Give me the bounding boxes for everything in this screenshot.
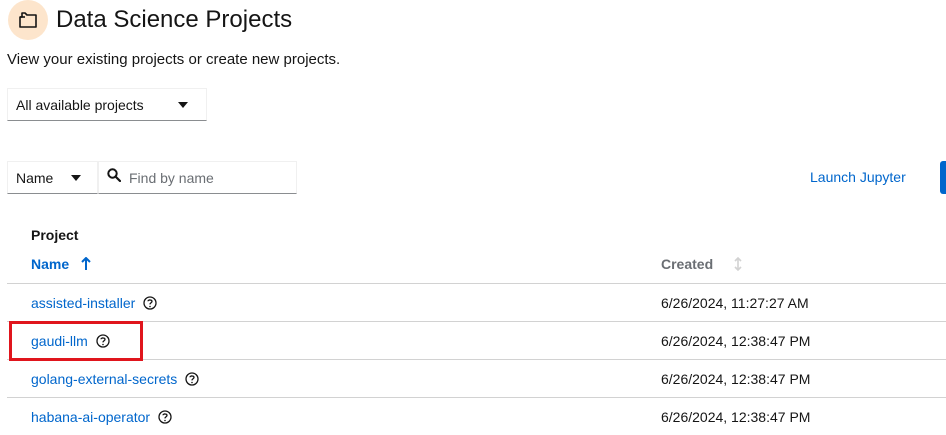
help-icon[interactable] [143,295,157,310]
caret-down-icon [178,102,188,108]
launch-jupyter-link[interactable]: Launch Jupyter [810,169,906,185]
table-group-header: Project [31,227,79,243]
folder-icon [8,0,48,40]
search-input[interactable] [129,169,279,186]
page-title: Data Science Projects [56,6,293,33]
project-link[interactable]: assisted-installer [31,295,135,311]
table-row: gaudi-llm 6/26/2024, 12:38:47 PM [7,321,946,359]
project-scope-select[interactable]: All available projects [7,88,207,121]
page-header: Data Science Projects [8,0,292,40]
page-description: View your existing projects or create ne… [7,51,341,68]
column-header-created[interactable]: Created [661,256,743,272]
created-cell: 6/26/2024, 12:38:47 PM [661,332,811,349]
column-header-name[interactable]: Name [31,256,91,272]
created-cell: 6/26/2024, 12:38:47 PM [661,370,811,387]
table-row: habana-ai-operator 6/26/2024, 12:38:47 P… [7,397,946,435]
projects-table: assisted-installer 6/26/2024, 11:27:27 A… [7,283,946,435]
help-icon[interactable] [96,333,110,348]
project-link[interactable]: habana-ai-operator [31,409,150,425]
created-cell: 6/26/2024, 11:27:27 AM [661,294,809,311]
project-link[interactable]: golang-external-secrets [31,371,177,387]
filter-toolbar: Name [7,161,297,194]
table-row: golang-external-secrets 6/26/2024, 12:38… [7,359,946,397]
project-name-cell: gaudi-llm [31,333,110,349]
filter-type-value: Name [16,169,54,186]
project-name-cell: golang-external-secrets [31,371,199,387]
search-box [98,161,297,194]
sort-both-icon [733,256,743,272]
table-row: assisted-installer 6/26/2024, 11:27:27 A… [7,283,946,321]
column-header-created-label: Created [661,256,714,272]
project-name-cell: assisted-installer [31,295,157,311]
project-name-cell: habana-ai-operator [31,409,172,425]
help-icon[interactable] [158,409,172,424]
sort-ascending-icon [81,257,91,271]
created-cell: 6/26/2024, 12:38:47 PM [661,408,811,425]
create-project-button[interactable] [940,161,946,194]
filter-type-select[interactable]: Name [7,161,98,194]
help-icon[interactable] [185,371,199,386]
caret-down-icon [71,175,81,181]
project-link[interactable]: gaudi-llm [31,333,88,349]
search-icon [107,168,122,187]
column-header-name-label: Name [31,256,70,272]
project-scope-value: All available projects [16,96,144,113]
